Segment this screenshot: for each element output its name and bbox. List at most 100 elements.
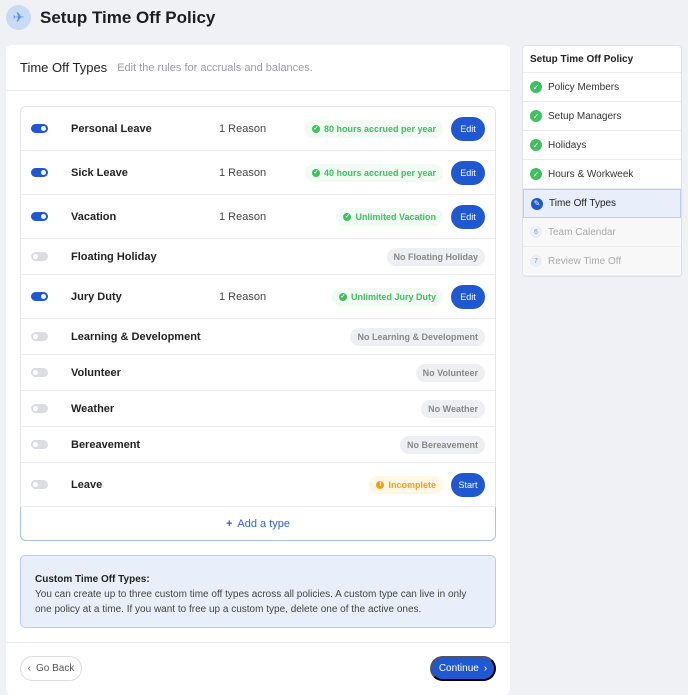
sidebar-step[interactable]: ✓ Hours & Workweek [523,160,681,189]
edit-button[interactable]: Edit [451,116,485,141]
type-name: Leave [71,478,103,491]
time-off-type-row: Leave ! Incomplete Start [21,463,495,507]
step-label: Hours & Workweek [548,168,634,180]
type-name: Volunteer [71,366,121,379]
status-badge: No Volunteer [415,363,485,382]
status-text: 80 hours accrued per year [323,123,436,134]
airplane-icon: ✈ [6,5,31,30]
info-box: Custom Time Off Types: You can create up… [20,555,496,628]
enable-toggle[interactable] [31,480,48,489]
edit-button[interactable]: Edit [451,284,485,309]
check-circle-icon: ✓ [530,139,542,151]
go-back-label: Go Back [35,663,75,674]
row-actions: ! Incomplete Start [369,472,485,497]
check-circle-icon: ✓ [530,110,542,122]
edit-button[interactable]: Edit [451,204,485,229]
time-off-type-row: Vacation 1 Reason ✓ Unlimited Vacation Edit [21,195,495,239]
time-off-type-row: Weather No Weather [21,391,495,427]
step-number-icon: 6 [530,226,542,238]
row-actions: No Learning & Development [350,327,485,346]
status-badge: No Bereavement [399,435,485,454]
reason-count: 1 Reason [219,122,267,135]
status-text: Unlimited Jury Duty [350,291,436,302]
row-actions: ✓ Unlimited Vacation Edit [336,204,485,229]
enable-toggle[interactable] [31,368,48,377]
time-off-types-list: Personal Leave 1 Reason ✓ 80 hours accrued … [20,106,496,541]
edit-button[interactable]: Edit [451,160,485,185]
sidebar-step[interactable]: 7 Review Time Off [523,247,681,276]
reason-count: 1 Reason [219,290,267,303]
page-header: ✈ Setup Time Off Policy [6,5,215,30]
step-number-icon: 7 [530,255,542,267]
sidebar-step[interactable]: ✓ Setup Managers [523,102,681,131]
enable-toggle[interactable] [31,212,48,221]
row-actions: ✓ Unlimited Jury Duty Edit [331,284,485,309]
type-name: Weather [71,402,115,415]
steps-sidebar: Setup Time Off Policy ✓ Policy Members ✓ Se… [522,45,682,277]
enable-toggle[interactable] [31,440,48,449]
check-circle-icon: ✓ [338,292,347,301]
row-actions: ✓ 40 hours accrued per year Edit [304,160,485,185]
sidebar-title: Setup Time Off Policy [523,46,681,73]
add-type-button[interactable]: + Add a type [20,507,496,541]
enable-toggle[interactable] [31,124,48,133]
enable-toggle[interactable] [31,292,48,301]
continue-button[interactable]: Continue › [430,656,496,681]
info-title: Custom Time Off Types: [35,574,150,585]
check-circle-icon: ✓ [530,168,542,180]
time-off-type-row: Bereavement No Bereavement [21,427,495,463]
status-badge: ✓ 40 hours accrued per year [304,163,443,182]
check-circle-icon: ✓ [530,81,542,93]
enable-toggle[interactable] [31,252,48,261]
status-badge: ✓ 80 hours accrued per year [304,119,443,138]
type-name: Learning & Development [71,330,201,343]
check-circle-icon: ✓ [311,124,320,133]
plus-icon: + [225,517,233,530]
step-label: Policy Members [548,81,620,93]
type-name: Personal Leave [71,122,152,135]
time-off-type-row: Learning & Development No Learning & Deve… [21,319,495,355]
step-label: Review Time Off [548,255,622,267]
step-label: Team Calendar [548,226,616,238]
chevron-left-icon: ‹ [27,663,31,674]
status-text: No Learning & Development [357,331,478,342]
status-text: No Weather [428,403,478,414]
status-text: Incomplete [388,479,436,490]
reason-count: 1 Reason [219,166,267,179]
check-circle-icon: ✓ [311,168,320,177]
status-badge: No Learning & Development [350,327,485,346]
status-badge: ✓ Unlimited Jury Duty [331,287,443,306]
enable-toggle[interactable] [31,332,48,341]
time-off-type-row: Floating Holiday No Floating Holiday [21,239,495,275]
time-off-type-row: Jury Duty 1 Reason ✓ Unlimited Jury Duty Edi… [21,275,495,319]
section-title: Time Off Types [20,60,108,75]
pencil-icon: ✎ [531,197,543,210]
check-circle-icon: ✓ [343,212,352,221]
main-card: Time Off Types Edit the rules for accrua… [6,45,510,695]
enable-toggle[interactable] [31,168,48,177]
continue-label: Continue [438,663,479,674]
status-text: 40 hours accrued per year [323,167,436,178]
start-button[interactable]: Start [451,472,485,497]
row-actions: No Volunteer [415,363,485,382]
status-badge: ! Incomplete [369,475,443,494]
status-badge: No Weather [421,399,485,418]
sidebar-step[interactable]: ✎ Time Off Types [523,189,681,218]
enable-toggle[interactable] [31,404,48,413]
row-actions: No Weather [421,399,485,418]
row-actions: No Floating Holiday [386,247,485,266]
sidebar-step[interactable]: ✓ Policy Members [523,73,681,102]
sidebar-step[interactable]: 6 Team Calendar [523,218,681,247]
go-back-button[interactable]: ‹ Go Back [20,656,82,681]
status-text: No Floating Holiday [393,251,479,262]
sidebar-step[interactable]: ✓ Holidays [523,131,681,160]
time-off-type-row: Sick Leave 1 Reason ✓ 40 hours accrued per … [21,151,495,195]
section-subtitle: Edit the rules for accruals and balances… [117,61,313,74]
type-name: Bereavement [71,438,141,451]
type-name: Floating Holiday [71,250,157,263]
status-badge: No Floating Holiday [386,247,485,266]
row-actions: No Bereavement [399,435,485,454]
chevron-right-icon: › [483,663,488,674]
step-label: Setup Managers [548,110,622,122]
step-label: Holidays [548,139,587,151]
